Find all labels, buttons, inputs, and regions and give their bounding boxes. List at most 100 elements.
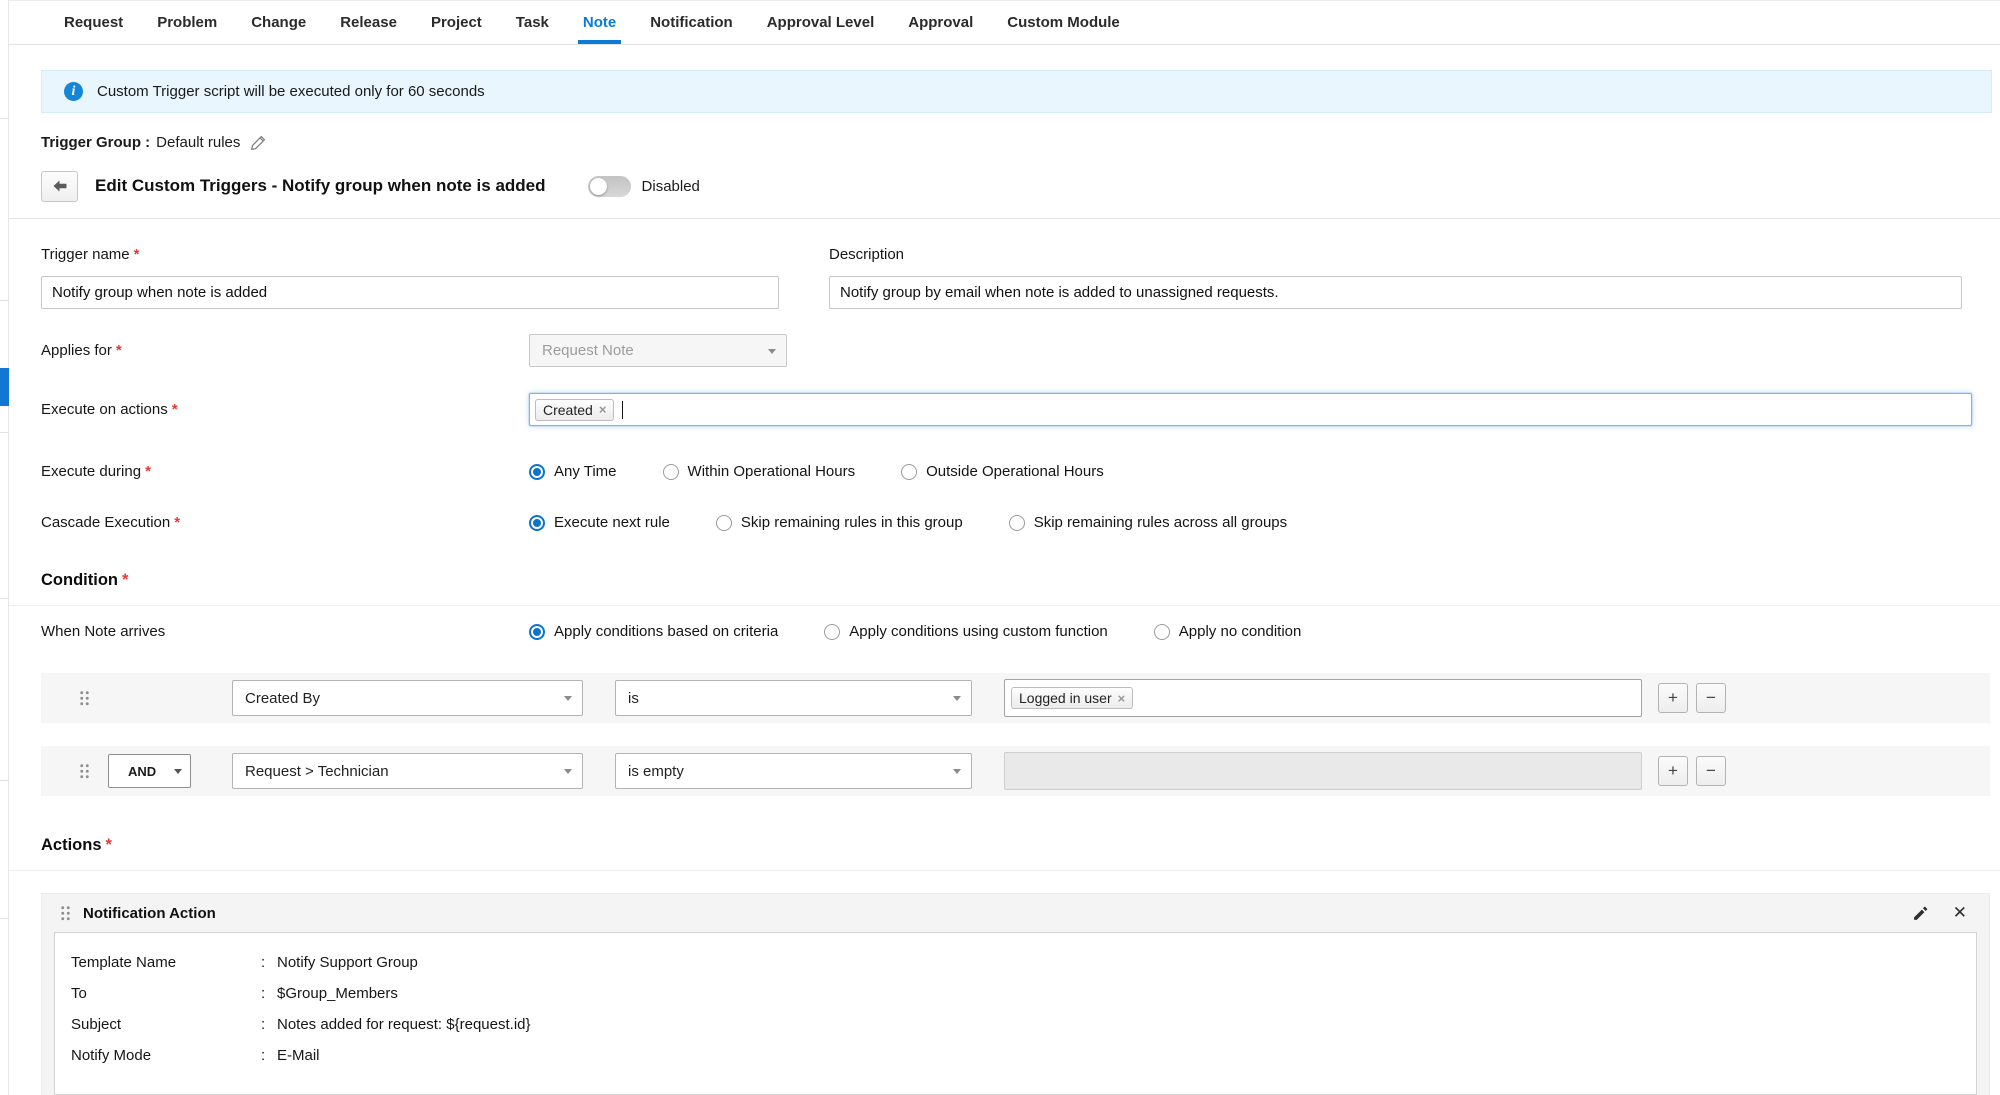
radio-icon[interactable] [529, 624, 545, 640]
tab-approval-level[interactable]: Approval Level [750, 1, 892, 44]
back-button[interactable] [41, 171, 78, 202]
notification-action-panel: Notification Action ✕ Template Name : No… [41, 893, 1990, 1095]
chevron-down-icon [768, 349, 776, 354]
notification-action-title: Notification Action [83, 905, 216, 922]
detail-row: To : $Group_Members [71, 985, 1976, 1016]
when-note-arrives-label: When Note arrives [41, 623, 529, 640]
notification-action-header: Notification Action ✕ [42, 894, 1989, 932]
condition-value-input-disabled [1004, 752, 1642, 790]
disabled-toggle[interactable] [588, 176, 631, 197]
condition-criteria-select[interactable]: is empty [615, 753, 972, 789]
condition-mode-options: Apply conditions based on criteria Apply… [529, 623, 1347, 640]
notification-action-details: Template Name : Notify Support Group To … [54, 932, 1977, 1095]
description-label: Description [829, 246, 1962, 263]
radio-outside-operational-hours[interactable]: Outside Operational Hours [901, 463, 1104, 480]
radio-icon[interactable] [716, 515, 732, 531]
detail-row: Notify Mode : E-Mail [71, 1047, 1976, 1078]
radio-apply-no-condition[interactable]: Apply no condition [1154, 623, 1302, 640]
info-banner-text: Custom Trigger script will be executed o… [97, 83, 485, 100]
trigger-group-label: Trigger Group : [41, 134, 150, 151]
section-divider [9, 870, 2000, 871]
active-row-marker [0, 368, 9, 406]
tab-project[interactable]: Project [414, 1, 499, 44]
back-arrow-icon [52, 178, 68, 194]
detail-row: Template Name : Notify Support Group [71, 954, 1976, 985]
trigger-name-input[interactable] [41, 276, 779, 309]
drag-handle-icon[interactable] [60, 905, 71, 921]
execute-during-options: Any Time Within Operational Hours Outsid… [529, 463, 1150, 480]
execute-on-actions-label: Execute on actions* [41, 401, 529, 418]
detail-row: Subject : Notes added for request: ${req… [71, 1016, 1976, 1047]
close-action-icon[interactable]: ✕ [1953, 903, 1967, 923]
tab-notification[interactable]: Notification [633, 1, 750, 44]
tab-change[interactable]: Change [234, 1, 323, 44]
cascade-execution-label: Cascade Execution* [41, 514, 529, 531]
tab-custom-module[interactable]: Custom Module [990, 1, 1137, 44]
drag-handle-icon[interactable] [79, 763, 90, 779]
condition-field-select[interactable]: Created By [232, 680, 583, 716]
tab-task[interactable]: Task [499, 1, 566, 44]
section-divider [9, 218, 2000, 219]
trigger-name-label: Trigger name* [41, 246, 779, 263]
radio-icon[interactable] [663, 464, 679, 480]
chip-remove-icon[interactable]: × [599, 403, 607, 416]
condition-heading: Condition* [41, 571, 2000, 590]
radio-icon[interactable] [529, 464, 545, 480]
applies-for-label: Applies for* [41, 342, 529, 359]
radio-within-operational-hours[interactable]: Within Operational Hours [663, 463, 856, 480]
module-tabbar: Request Problem Change Release Project T… [9, 0, 2000, 45]
trigger-group-row: Trigger Group : Default rules [41, 134, 2000, 151]
chevron-down-icon [174, 769, 182, 774]
radio-skip-rules-group[interactable]: Skip remaining rules in this group [716, 514, 963, 531]
required-asterisk: * [134, 246, 140, 263]
info-icon [64, 82, 83, 101]
radio-skip-rules-all-groups[interactable]: Skip remaining rules across all groups [1009, 514, 1287, 531]
tab-request[interactable]: Request [47, 1, 140, 44]
chevron-down-icon [953, 769, 961, 774]
drag-handle-icon[interactable] [79, 690, 90, 706]
radio-execute-next-rule[interactable]: Execute next rule [529, 514, 670, 531]
description-input[interactable] [829, 276, 1962, 309]
action-chip: Created × [535, 399, 614, 421]
condition-value-input[interactable]: Logged in user × [1004, 679, 1642, 717]
add-condition-button[interactable]: + [1658, 756, 1688, 786]
condition-field-select[interactable]: Request > Technician [232, 753, 583, 789]
toggle-label: Disabled [642, 178, 700, 195]
page-title: Edit Custom Triggers - Notify group when… [95, 176, 546, 196]
radio-any-time[interactable]: Any Time [529, 463, 617, 480]
chevron-down-icon [564, 696, 572, 701]
tab-release[interactable]: Release [323, 1, 414, 44]
cascade-execution-options: Execute next rule Skip remaining rules i… [529, 514, 1333, 531]
condition-row: Created By is Logged in user × + − [41, 673, 1990, 723]
trigger-group-value: Default rules [156, 134, 240, 151]
radio-icon[interactable] [1009, 515, 1025, 531]
logical-operator-select[interactable]: AND [108, 754, 191, 788]
radio-icon[interactable] [529, 515, 545, 531]
tab-approval[interactable]: Approval [891, 1, 990, 44]
radio-apply-conditions-custom-function[interactable]: Apply conditions using custom function [824, 623, 1107, 640]
add-condition-button[interactable]: + [1658, 683, 1688, 713]
page-head: Edit Custom Triggers - Notify group when… [41, 169, 2000, 203]
chevron-down-icon [953, 696, 961, 701]
radio-icon[interactable] [1154, 624, 1170, 640]
text-cursor [622, 401, 623, 419]
execute-on-actions-input[interactable]: Created × [529, 393, 1972, 426]
edit-trigger-group-icon[interactable] [250, 134, 267, 151]
chip-remove-icon[interactable]: × [1118, 692, 1126, 705]
tab-problem[interactable]: Problem [140, 1, 234, 44]
remove-condition-button[interactable]: − [1696, 756, 1726, 786]
value-chip: Logged in user × [1011, 687, 1133, 709]
remove-condition-button[interactable]: − [1696, 683, 1726, 713]
tab-note[interactable]: Note [566, 1, 633, 44]
collapsed-side-strip [0, 0, 9, 1095]
condition-row: AND Request > Technician is empty + − [41, 746, 1990, 796]
radio-icon[interactable] [824, 624, 840, 640]
condition-criteria-select[interactable]: is [615, 680, 972, 716]
radio-apply-conditions-criteria[interactable]: Apply conditions based on criteria [529, 623, 778, 640]
radio-icon[interactable] [901, 464, 917, 480]
edit-action-icon[interactable] [1912, 905, 1929, 922]
chevron-down-icon [564, 769, 572, 774]
execute-during-label: Execute during* [41, 463, 529, 480]
section-divider [9, 605, 2000, 606]
actions-heading: Actions* [41, 836, 2000, 855]
